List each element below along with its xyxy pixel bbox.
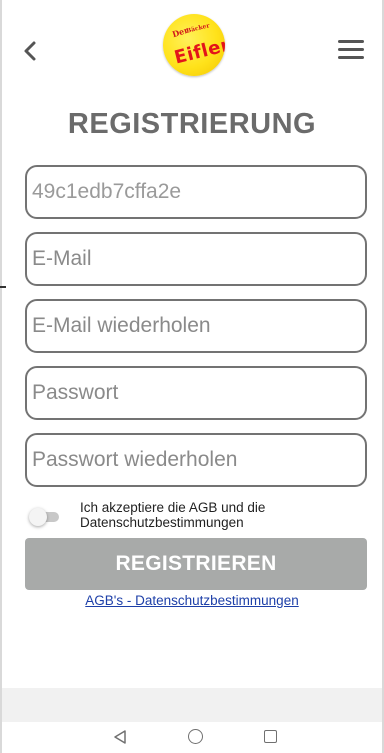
back-button[interactable]	[20, 38, 42, 64]
nav-back-triangle-icon[interactable]	[113, 730, 127, 744]
code-input[interactable]	[32, 180, 365, 204]
password-input[interactable]	[32, 381, 365, 405]
password-repeat-input[interactable]	[32, 448, 365, 472]
logo-text-eifler: Eifler	[172, 34, 225, 69]
toggle-knob	[29, 508, 47, 526]
registration-screen: Der Bäcker Eifler REGISTRIERUNG Ich akze…	[0, 0, 384, 753]
password-field[interactable]	[25, 366, 367, 420]
menu-button[interactable]	[338, 40, 364, 62]
terms-privacy-link[interactable]: AGB's - Datenschutzbestimmungen	[0, 593, 384, 608]
consent-label: Ich akzeptiere die AGB und die Datenschu…	[80, 500, 266, 530]
email-repeat-input[interactable]	[32, 314, 365, 338]
chevron-left-icon	[24, 41, 36, 61]
nav-home-circle-icon[interactable]	[188, 729, 203, 744]
brand-logo[interactable]: Der Bäcker Eifler	[163, 14, 225, 76]
register-button[interactable]: REGISTRIEREN	[25, 538, 367, 590]
email-field[interactable]	[25, 232, 367, 286]
logo-text-baecker: Bäcker	[185, 22, 211, 35]
password-repeat-field[interactable]	[25, 433, 367, 487]
email-repeat-field[interactable]	[25, 299, 367, 353]
nav-recents-square-icon[interactable]	[264, 730, 277, 743]
status-bar-area	[0, 0, 384, 12]
bottom-footer-band	[2, 688, 382, 722]
hamburger-menu-icon	[338, 40, 364, 59]
code-field[interactable]	[25, 165, 367, 219]
email-input[interactable]	[32, 247, 365, 271]
side-marker	[0, 286, 6, 288]
page-title: REGISTRIERUNG	[67, 108, 317, 140]
system-navigation-bar	[2, 722, 382, 753]
consent-toggle[interactable]	[29, 508, 61, 526]
